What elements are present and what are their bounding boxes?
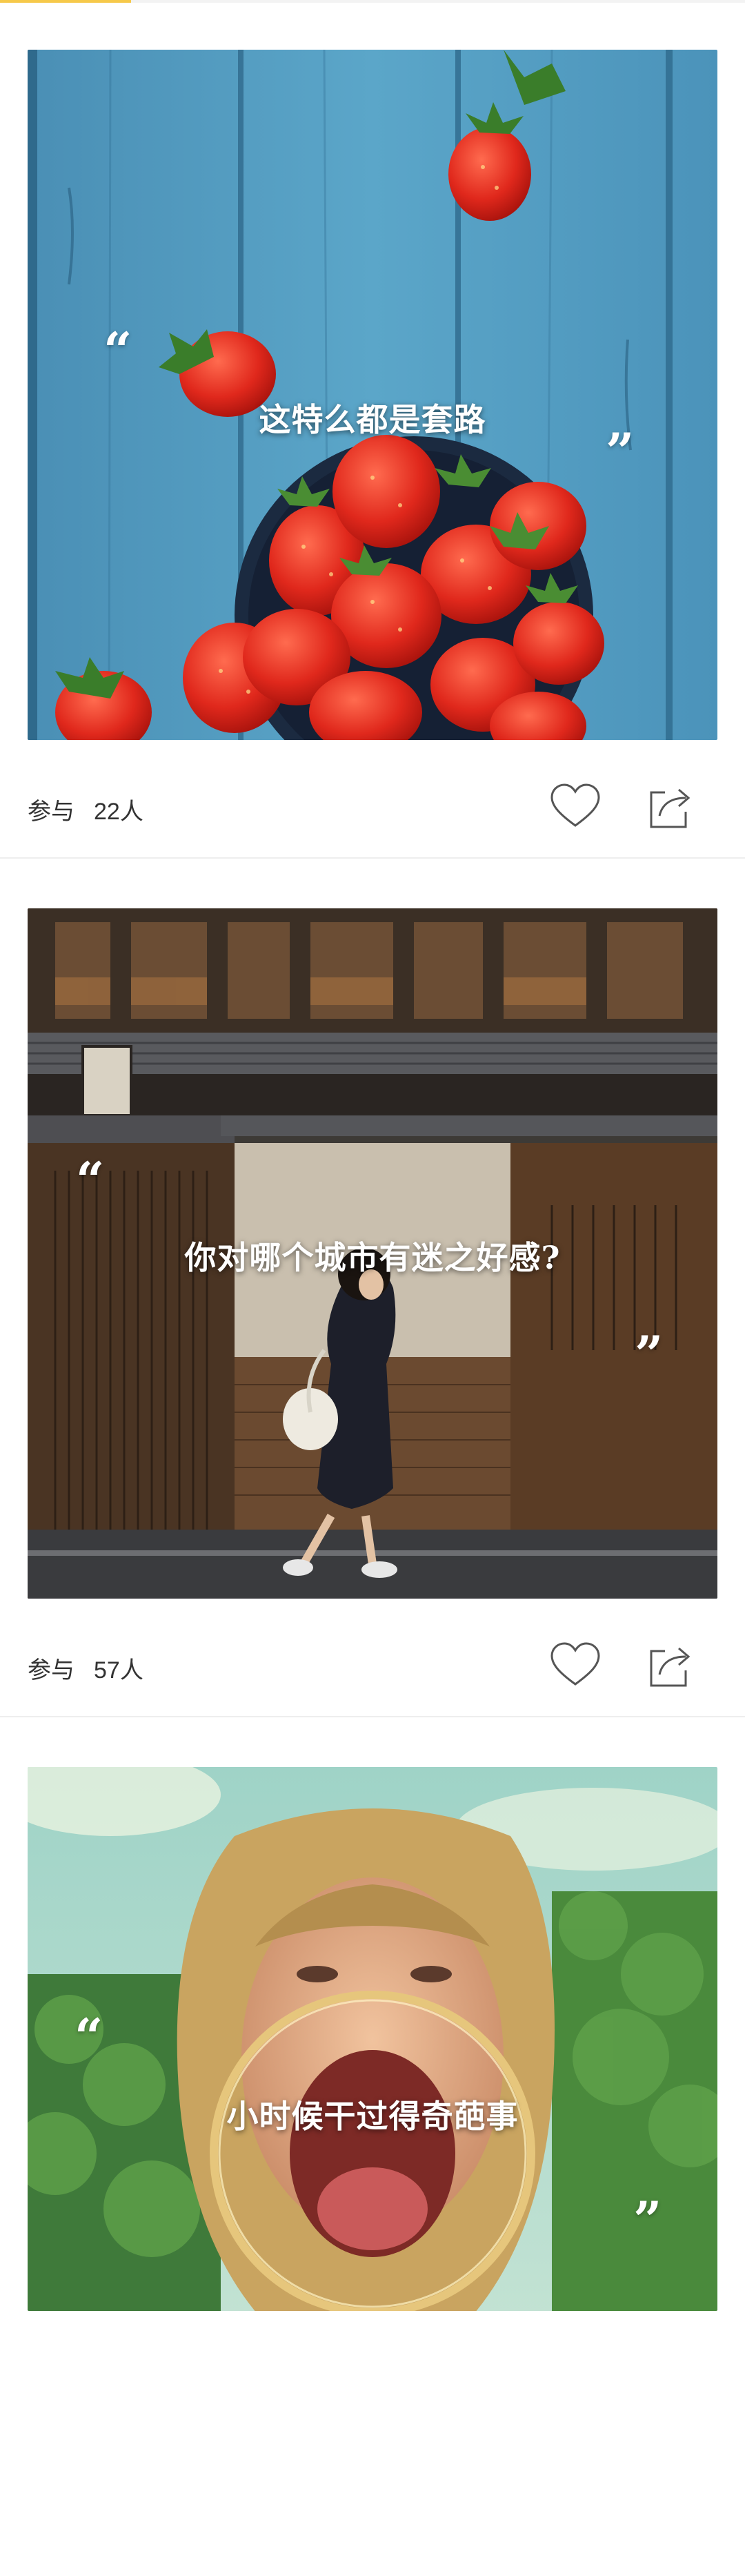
share-button[interactable]	[643, 780, 698, 835]
open-quote-mark: “	[74, 2007, 103, 2066]
topic-caption: 小时候干过得奇葩事	[226, 2098, 519, 2135]
topic-cover-image[interactable]: “ 这特么都是套路 ”	[28, 50, 717, 740]
topic-card[interactable]: “ 小时候干过得奇葩事 ”	[0, 1717, 745, 2576]
close-quote-mark: ”	[635, 1325, 664, 1383]
participant-count: 参与 22人	[28, 792, 143, 826]
close-quote-mark: ”	[606, 422, 635, 480]
open-quote-mark: “	[76, 1151, 105, 1209]
participants-number: 57人	[94, 1657, 143, 1684]
participants-label: 参与	[28, 799, 74, 825]
topic-card[interactable]: “ 你对哪个城市有迷之好感? ” 参与 57人	[0, 859, 745, 1717]
topic-caption: 你对哪个城市有迷之好感?	[184, 1239, 561, 1276]
girl-photo	[28, 1767, 717, 2311]
participant-count: 参与 57人	[28, 1651, 143, 1685]
participants-number: 22人	[94, 799, 143, 825]
topic-card[interactable]: “ 这特么都是套路 ” 参与 22人	[0, 0, 745, 859]
heart-outline-icon	[550, 783, 600, 827]
card-meta-row: 参与 57人	[0, 1612, 745, 1717]
heart-outline-icon	[550, 1642, 600, 1686]
share-out-icon	[650, 788, 691, 828]
like-button[interactable]	[548, 780, 603, 835]
share-button[interactable]	[643, 1639, 698, 1694]
share-out-icon	[650, 1647, 691, 1687]
close-quote-mark: ”	[633, 2190, 662, 2249]
topic-cover-image[interactable]: “ 你对哪个城市有迷之好感? ”	[28, 908, 717, 1599]
topic-cover-image[interactable]: “ 小时候干过得奇葩事 ”	[28, 1767, 717, 2311]
card-meta-row: 参与 22人	[0, 754, 745, 859]
participants-label: 参与	[28, 1657, 74, 1684]
like-button[interactable]	[548, 1639, 603, 1694]
open-quote-mark: “	[103, 321, 132, 380]
